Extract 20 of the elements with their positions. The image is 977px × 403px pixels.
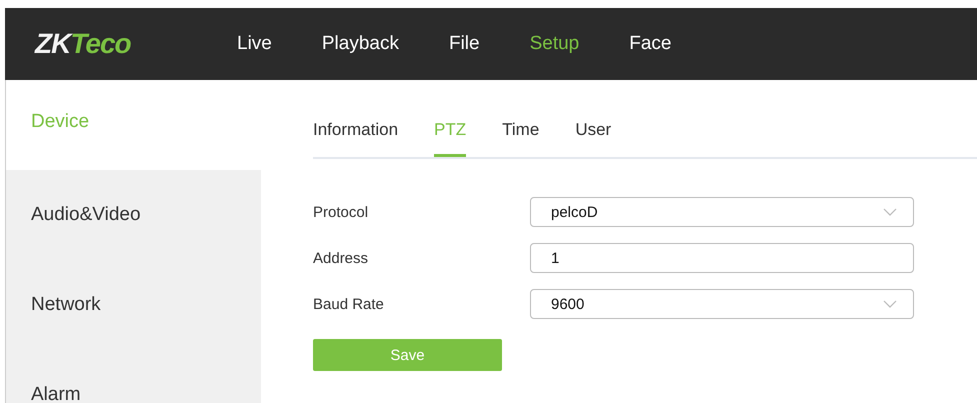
tab[interactable]: Time <box>502 117 540 157</box>
chevron-down-icon <box>883 300 897 308</box>
dropdown[interactable]: 9600 <box>530 289 914 319</box>
nav-link[interactable]: Setup <box>530 33 580 55</box>
nav-link[interactable]: Live <box>237 33 272 55</box>
dropdown[interactable]: pelcoD <box>530 197 914 227</box>
sidebar-item[interactable]: Alarm <box>6 350 261 403</box>
field-label: Baud Rate <box>313 296 385 312</box>
input-field[interactable]: 1 <box>530 243 914 273</box>
tab[interactable]: Information <box>313 117 398 157</box>
chevron-down-icon <box>883 208 897 216</box>
field-label: Address <box>313 250 370 266</box>
nav-link[interactable]: Face <box>629 33 672 55</box>
sidebar-item[interactable]: Audio&Video <box>6 170 261 260</box>
sidebar-item[interactable]: Network <box>6 260 261 350</box>
tab[interactable]: User <box>575 117 612 157</box>
logo: ZKTeco <box>35 28 132 60</box>
nav-link[interactable]: Playback <box>322 33 399 55</box>
field-label: Protocol <box>313 204 370 220</box>
nav-link[interactable]: File <box>448 33 480 55</box>
